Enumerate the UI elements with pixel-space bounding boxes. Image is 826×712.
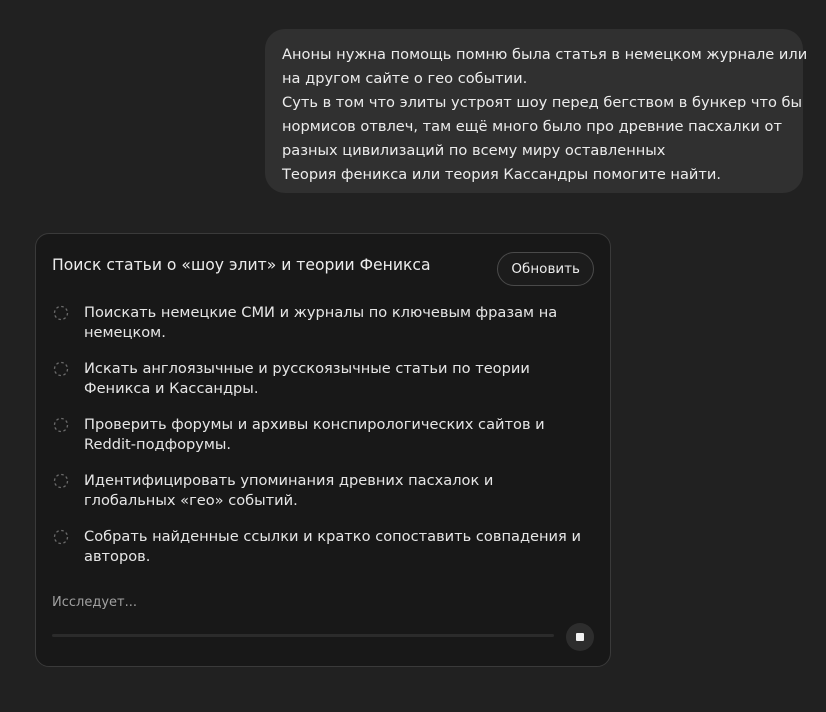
task-step: Собрать найденные ссылки и кратко сопост… (52, 527, 592, 583)
task-step: Идентифицировать упоминания древних пасх… (52, 471, 592, 527)
task-step-text: Идентифицировать упоминания древних пасх… (84, 472, 494, 509)
chat-view: Аноны нужна помощь помню была статья в н… (0, 0, 826, 712)
user-message-line: Теория феникса или теория Кассандры помо… (282, 166, 722, 183)
task-step-text: Искать англоязычные и русскоязычные стат… (84, 360, 530, 397)
task-step: Искать англоязычные и русскоязычные стат… (52, 359, 592, 415)
progress-bar (52, 634, 554, 637)
research-task-card: Поиск статьи о «шоу элит» и теории Феник… (35, 233, 611, 667)
task-step-text: Проверить форумы и архивы конспирологиче… (84, 416, 545, 453)
task-step-text: Собрать найденные ссылки и кратко сопост… (84, 528, 581, 565)
task-step-text: Поискать немецкие СМИ и журналы по ключе… (84, 304, 558, 341)
status-text: Исследует... (52, 595, 137, 610)
task-step-list: Поискать немецкие СМИ и журналы по ключе… (52, 303, 592, 583)
user-message-line: разных цивилизаций по всему миру оставле… (282, 142, 666, 159)
stop-button[interactable] (566, 623, 594, 651)
task-step: Поискать немецкие СМИ и журналы по ключе… (52, 303, 592, 359)
task-title: Поиск статьи о «шоу элит» и теории Феник… (52, 256, 431, 274)
dashed-circle-icon (53, 473, 69, 489)
dashed-circle-icon (53, 529, 69, 545)
dashed-circle-icon (53, 305, 69, 321)
dashed-circle-icon (53, 361, 69, 377)
user-message-line: Суть в том что элиты устроят шоу перед б… (282, 94, 803, 111)
user-message-line: нормисов отвлеч, там ещё много было про … (282, 118, 782, 135)
task-step: Проверить форумы и архивы конспирологиче… (52, 415, 592, 471)
stop-icon (576, 633, 584, 641)
dashed-circle-icon (53, 417, 69, 433)
user-message-line: на другом сайте о гео событии. (282, 70, 528, 87)
user-message-line: Аноны нужна помощь помню была статья в н… (282, 46, 808, 63)
refresh-button[interactable]: Обновить (497, 252, 594, 286)
user-message-bubble: Аноны нужна помощь помню была статья в н… (265, 29, 808, 193)
